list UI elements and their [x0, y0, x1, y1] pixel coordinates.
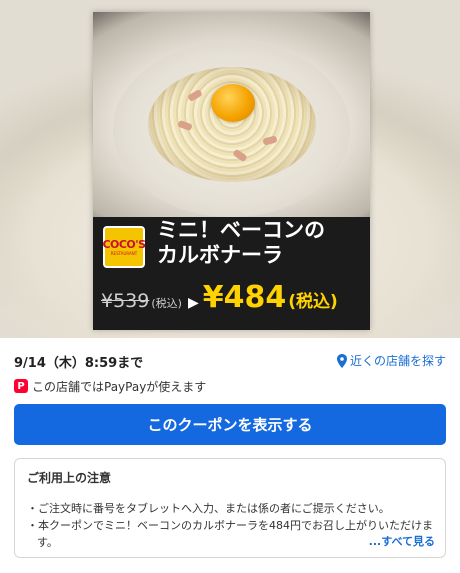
logo-subtext: RESTAURANT [110, 250, 138, 256]
info-row: 9/14（木）8:59まで 近くの店舗を探す [14, 352, 446, 372]
discount-price-tax: (税込) [288, 292, 338, 312]
see-all-link[interactable]: ...すべて見る [364, 533, 435, 549]
find-nearby-stores-link[interactable]: 近くの店舗を探す [336, 352, 446, 369]
find-nearby-stores-label: 近くの店舗を探す [349, 354, 446, 368]
coupon-title: ミニ！ベーコンの カルボナーラ [157, 218, 367, 268]
discount-price: ¥484 [202, 280, 287, 315]
logo-text: COCO'S [102, 237, 146, 251]
hero-background: COCO'S RESTAURANT ミニ！ベーコンの カルボナーラ ¥539 (… [0, 0, 460, 338]
usage-notes: ご利用上の注意 ・ご注文時に番号をタブレットへ入力、または係の者にご提示ください… [14, 458, 446, 558]
price-row: ¥539 (税込) ▶ ¥484 (税込) [101, 280, 367, 320]
usage-notes-title: ご利用上の注意 [27, 471, 112, 485]
original-price: ¥539 [101, 290, 150, 312]
usage-note-item: ・ご注文時に番号をタブレットへ入力、または係の者にご提示ください。 [27, 502, 390, 515]
coupon-card: COCO'S RESTAURANT ミニ！ベーコンの カルボナーラ ¥539 (… [93, 12, 370, 330]
egg-yolk [211, 84, 255, 122]
arrow-right-icon: ▶ [187, 295, 199, 311]
original-price-tax: (税込) [151, 297, 182, 310]
location-pin-icon [336, 353, 347, 368]
coupon-title-line1: ミニ！ベーコンの [157, 218, 325, 242]
paypay-text: この店舗ではPayPayが使えます [32, 379, 207, 394]
carbonara-photo [93, 12, 370, 217]
show-coupon-button[interactable]: このクーポンを表示する [14, 404, 446, 445]
cocos-logo: COCO'S RESTAURANT [102, 226, 146, 268]
paypay-icon: P [14, 379, 28, 393]
expiry-date: 9/14（木）8:59まで [14, 356, 144, 371]
coupon-title-line2: カルボナーラ [157, 243, 283, 267]
paypay-notice: P この店舗ではPayPayが使えます [14, 378, 206, 394]
